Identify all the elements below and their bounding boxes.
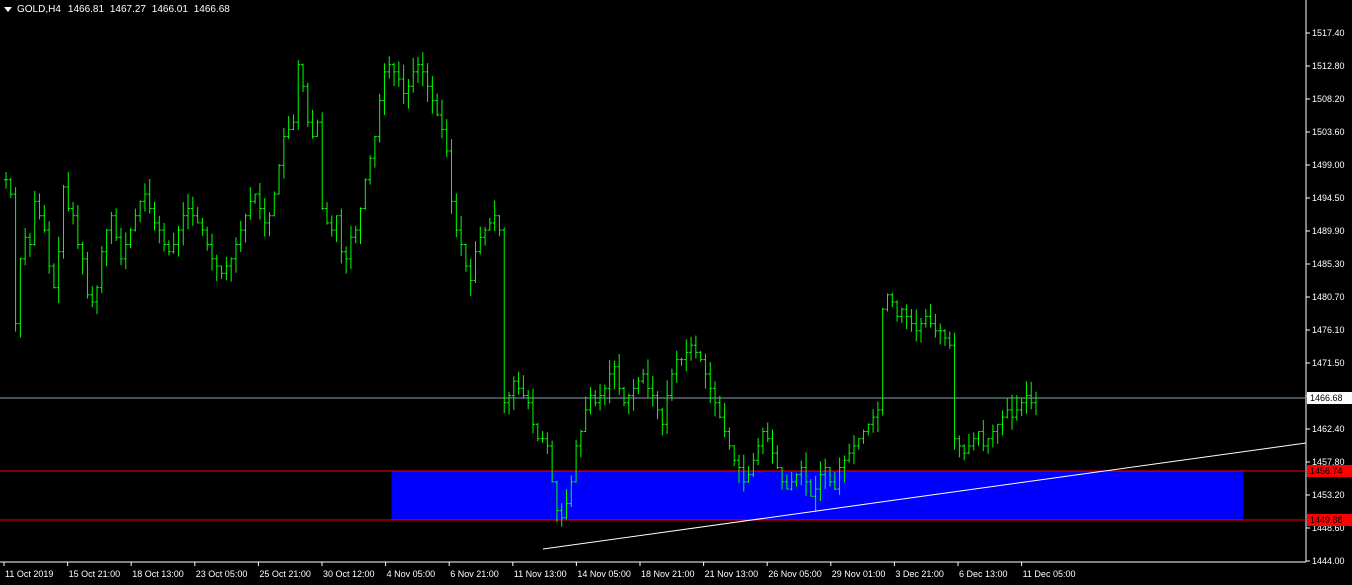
price-tick-label: 1462.40 xyxy=(1312,424,1345,434)
time-tick-label: 21 Nov 13:00 xyxy=(705,569,759,579)
price-tick-label: 1499.00 xyxy=(1312,160,1345,170)
time-tick-label: 3 Dec 21:00 xyxy=(895,569,944,579)
price-tick-label: 1512.80 xyxy=(1312,61,1345,71)
current-price-tag: 1466.68 xyxy=(1310,393,1343,403)
resistance-price-tag: 1456.74 xyxy=(1310,466,1343,476)
time-tick-label: 6 Nov 21:00 xyxy=(450,569,499,579)
time-tick-label: 18 Oct 13:00 xyxy=(132,569,184,579)
time-tick-label: 4 Nov 05:00 xyxy=(387,569,436,579)
dropdown-triangle-icon[interactable] xyxy=(4,7,12,12)
time-tick-label: 29 Nov 01:00 xyxy=(832,569,886,579)
price-tick-label: 1444.00 xyxy=(1312,556,1345,566)
price-tick-label: 1508.20 xyxy=(1312,94,1345,104)
high-value: 1467.27 xyxy=(109,4,146,15)
time-tick-label: 11 Oct 2019 xyxy=(5,569,53,579)
time-tick-label: 30 Oct 12:00 xyxy=(323,569,375,579)
low-value: 1466.01 xyxy=(151,4,188,15)
chart-header: GOLD,H4 1466.81 1467.27 1466.01 1466.68 xyxy=(4,4,233,15)
price-tick-label: 1476.10 xyxy=(1312,325,1345,335)
time-tick-label: 25 Oct 21:00 xyxy=(259,569,311,579)
support-price-tag: 1449.88 xyxy=(1310,515,1343,525)
time-tick-label: 6 Dec 13:00 xyxy=(959,569,1008,579)
ohlc-values: 1466.81 1467.27 1466.01 1466.68 xyxy=(68,4,233,15)
time-tick-label: 18 Nov 21:00 xyxy=(641,569,695,579)
price-tick-label: 1471.50 xyxy=(1312,358,1345,368)
time-tick-label: 11 Dec 05:00 xyxy=(1023,569,1076,579)
price-tick-label: 1503.60 xyxy=(1312,127,1345,137)
time-tick-label: 11 Nov 13:00 xyxy=(514,569,567,579)
open-value: 1466.81 xyxy=(67,4,105,15)
price-tick-label: 1453.20 xyxy=(1312,490,1345,500)
price-tick-label: 1480.70 xyxy=(1312,292,1345,302)
chart-window[interactable]: 1517.40 1512.80 1508.20 1503.60 1499.00 1494.… xyxy=(0,0,1352,585)
time-tick-label: 23 Oct 05:00 xyxy=(196,569,248,579)
time-tick-label: 14 Nov 05:00 xyxy=(577,569,631,579)
price-tick-label: 1485.30 xyxy=(1312,259,1345,269)
close-value: 1466.68 xyxy=(193,4,230,15)
support-zone-rectangle xyxy=(391,471,1244,520)
price-chart[interactable]: 1517.40 1512.80 1508.20 1503.60 1499.00 1494.… xyxy=(0,0,1352,585)
price-tick-label: 1494.50 xyxy=(1312,193,1345,203)
price-tick-label: 1517.40 xyxy=(1312,28,1345,38)
time-tick-label: 15 Oct 21:00 xyxy=(69,569,121,579)
symbol-label: GOLD,H4 xyxy=(17,4,61,15)
time-tick-label: 26 Nov 05:00 xyxy=(768,569,822,579)
price-tick-label: 1489.90 xyxy=(1312,226,1345,236)
